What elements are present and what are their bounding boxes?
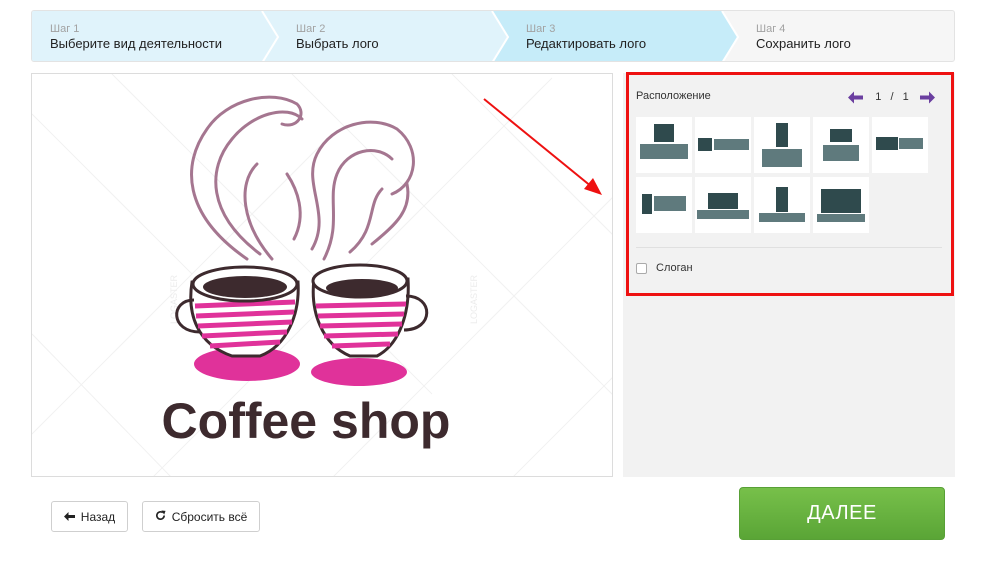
step-3[interactable]: Шаг 3 Редактировать лого <box>508 11 646 61</box>
step-label: Сохранить лого <box>756 36 851 51</box>
progress-stepper: Шаг 1 Выберите вид деятельности Шаг 2 Вы… <box>31 10 955 62</box>
step-4[interactable]: Шаг 4 Сохранить лого <box>738 11 851 61</box>
cup-right-icon <box>311 263 429 386</box>
step-label: Выбрать лого <box>296 36 379 51</box>
watermark-text: LOGASTER <box>469 274 479 324</box>
reset-button-label: Сбросить всё <box>171 509 248 524</box>
reset-all-button[interactable]: Сбросить всё <box>142 501 260 532</box>
next-button[interactable]: ДАЛЕЕ <box>739 487 945 540</box>
step-label: Редактировать лого <box>526 36 647 51</box>
cup-left-icon <box>175 265 300 381</box>
step-number: Шаг 1 <box>50 23 80 35</box>
step-number: Шаг 2 <box>296 23 326 35</box>
step-number: Шаг 3 <box>526 23 556 35</box>
logo-text[interactable]: Coffee shop <box>162 393 451 449</box>
steam-icon <box>190 95 415 261</box>
back-button[interactable]: Назад <box>51 501 128 532</box>
highlight-frame <box>626 72 954 296</box>
step-1[interactable]: Шаг 1 Выберите вид деятельности <box>32 11 222 61</box>
logo-preview: LOGASTER LOGASTER Coffee shop <box>32 74 612 476</box>
step-2[interactable]: Шаг 2 Выбрать лого <box>278 11 379 61</box>
back-button-label: Назад <box>80 509 116 524</box>
refresh-icon <box>155 509 166 524</box>
step-number: Шаг 4 <box>756 23 786 35</box>
step-label: Выберите вид деятельности <box>50 36 222 51</box>
arrow-left-icon <box>63 510 75 524</box>
logo-canvas[interactable]: LOGASTER LOGASTER Coffee shop <box>31 73 613 477</box>
